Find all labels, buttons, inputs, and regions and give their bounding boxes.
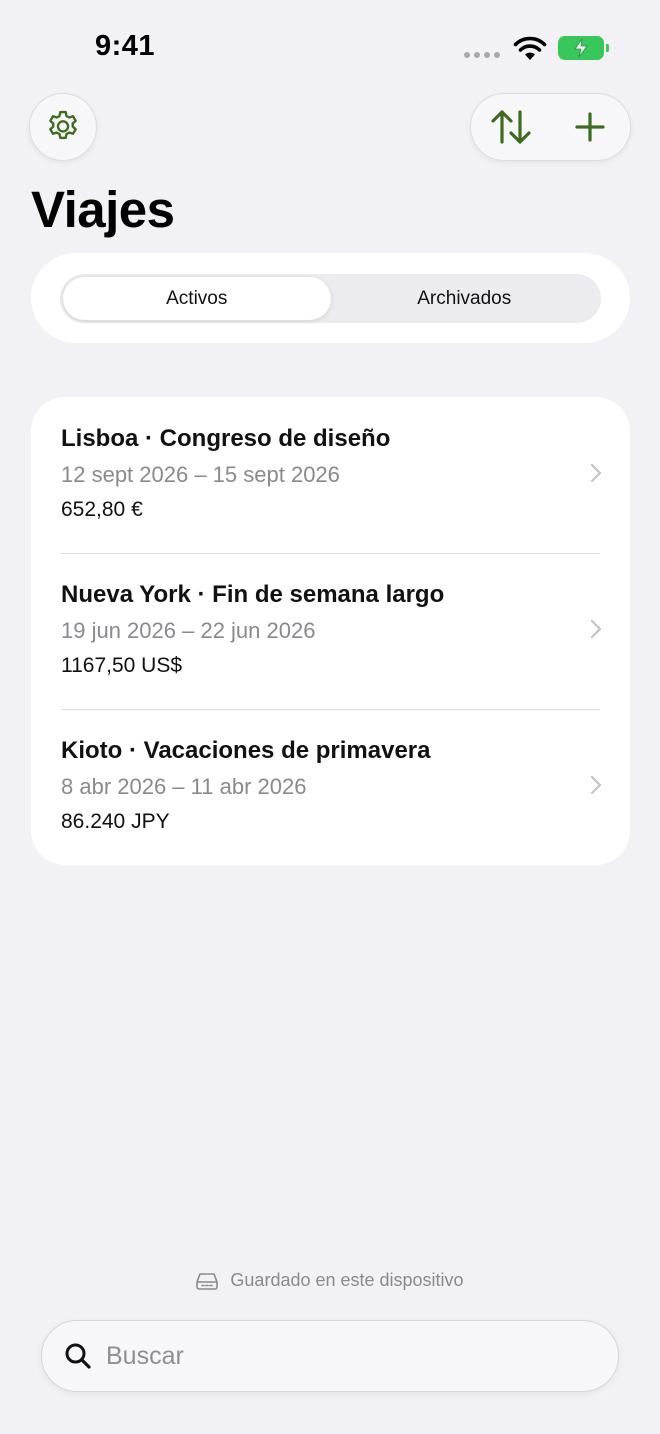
trip-amount: 1167,50 US$: [61, 654, 183, 677]
trip-filter-segmented-control: Activos Archivados: [60, 274, 601, 323]
gear-icon: [49, 110, 77, 140]
trip-row[interactable]: Nueva York · Fin de semana largo 19 jun …: [31, 553, 630, 709]
chevron-right-icon: [590, 775, 602, 795]
trip-row[interactable]: Lisboa · Congreso de diseño 12 sept 2026…: [31, 397, 630, 553]
internal-drive-icon: [196, 1272, 219, 1290]
trip-dates: 8 abr 2026 – 11 abr 2026: [61, 774, 307, 799]
plus-icon: [575, 112, 605, 142]
trip-amount: 652,80 €: [61, 498, 143, 521]
cellular-signal-icon: [464, 52, 500, 58]
sort-button[interactable]: [471, 93, 551, 161]
status-time: 9:41: [95, 30, 156, 62]
trip-dates: 19 jun 2026 – 22 jun 2026: [61, 618, 316, 643]
storage-note: Guardado en este dispositivo: [0, 1270, 660, 1291]
search-input[interactable]: [106, 1341, 586, 1371]
page-title: Viajes: [31, 181, 175, 238]
battery-charging-icon: [558, 36, 609, 60]
search-bar[interactable]: [41, 1320, 619, 1392]
add-trip-button[interactable]: [551, 93, 631, 161]
status-icons: [464, 34, 609, 62]
trip-title: Kioto · Vacaciones de primavera: [61, 737, 431, 764]
settings-button[interactable]: [29, 93, 97, 161]
chevron-right-icon: [590, 463, 602, 483]
segment-card: Activos Archivados: [31, 253, 630, 343]
trip-amount: 86.240 JPY: [61, 810, 170, 833]
sort-arrows-icon: [491, 110, 531, 144]
search-icon: [65, 1343, 91, 1369]
trip-list: Lisboa · Congreso de diseño 12 sept 2026…: [31, 397, 630, 865]
segment-archived[interactable]: Archivados: [331, 277, 599, 320]
segment-active[interactable]: Activos: [63, 277, 331, 320]
chevron-right-icon: [590, 619, 602, 639]
trip-row[interactable]: Kioto · Vacaciones de primavera 8 abr 20…: [31, 709, 630, 865]
trip-title: Nueva York · Fin de semana largo: [61, 581, 445, 608]
toolbar-actions: [470, 93, 631, 161]
trips-screen: 9:41 Viajes Activos Archivados Lisboa · …: [0, 0, 660, 1434]
trip-title: Lisboa · Congreso de diseño: [61, 425, 391, 452]
wifi-icon: [513, 36, 547, 60]
trip-dates: 12 sept 2026 – 15 sept 2026: [61, 462, 340, 487]
storage-note-text: Guardado en este dispositivo: [230, 1270, 464, 1290]
